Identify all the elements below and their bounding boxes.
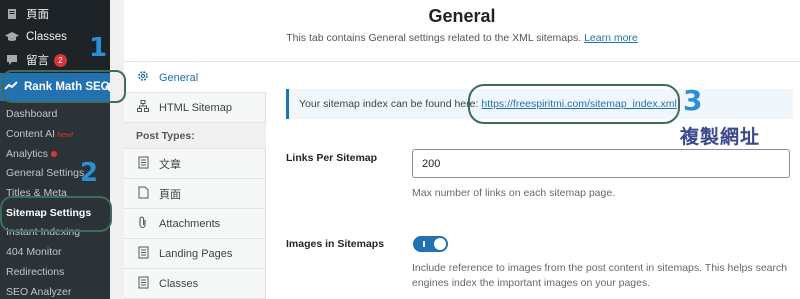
page-description: This tab contains General settings relat… [124,32,800,44]
tab-label: Attachments [159,217,221,230]
tab-label: General [159,71,199,84]
links-per-sitemap-description: Max number of links on each sitemap page… [412,187,616,199]
menu-item-label: 留言 [26,55,49,67]
notification-dot [51,151,58,158]
submenu-label: General Settings [6,167,85,179]
tab-general[interactable]: General [124,63,267,93]
tab-label: 文章 [159,158,181,171]
submenu-label: Redirections [6,266,65,278]
settings-tab-list: General HTML Sitemap Post Types: 文章 頁面 A [124,63,267,299]
menu-item-label: 頁面 [26,9,49,21]
content-gutter [110,0,124,299]
annotation-outline-sitemap-link [468,84,680,124]
comment-icon [4,52,20,68]
toggle-knob [434,238,446,250]
submenu-label: Dashboard [6,108,58,120]
images-in-sitemaps-toggle[interactable] [413,236,448,252]
learn-more-link[interactable]: Learn more [584,32,638,44]
comment-count-badge: 2 [54,53,67,67]
submenu-item-dashboard[interactable]: Dashboard [6,108,57,120]
settings-panel: General This tab contains General settin… [124,0,800,299]
annotation-step-2: 2 [80,158,99,188]
document-icon [136,156,150,172]
description-text: This tab contains General settings relat… [286,32,582,44]
tab-label: HTML Sitemap [159,101,232,114]
images-in-sitemaps-label: Images in Sitemaps [286,238,385,250]
submenu-label: Analytics [6,148,49,160]
annotation-copy-url-note: 複製網址 [680,127,761,148]
submenu-label: Content AI [6,128,56,140]
annotation-step-3: 3 [683,84,703,117]
submenu-item-general-settings[interactable]: General Settings [6,167,84,179]
new-tag: New! [57,132,73,139]
post-types-heading: Post Types: [124,123,266,149]
annotation-outline-sitemap-settings [0,196,112,232]
submenu-item-404-monitor[interactable]: 404 Monitor [6,246,61,258]
notice-text: Your sitemap index can be found here: [299,98,479,110]
menu-item-label: Classes [26,31,67,43]
tab-label: Landing Pages [159,247,233,260]
tab-html-sitemap[interactable]: HTML Sitemap [124,93,266,123]
page-icon [136,186,150,202]
links-per-sitemap-label: Links Per Sitemap [286,152,378,164]
paperclip-icon [136,216,150,232]
submenu-item-analytics[interactable]: Analytics [6,148,58,160]
submenu-label: SEO Analyzer [6,286,72,298]
submenu-item-content-ai[interactable]: Content AI New! [6,128,73,140]
submenu-item-seo-analyzer[interactable]: SEO Analyzer [6,286,71,298]
tab-post-type-attachments[interactable]: Attachments [124,209,266,239]
sitemap-icon [136,100,150,115]
tab-post-type-classes[interactable]: Classes [124,269,266,299]
gear-icon [136,70,150,85]
description-line: engines index the important images on yo… [412,277,651,289]
tab-post-type-posts[interactable]: 文章 [124,149,266,179]
toggle-on-indicator [423,241,425,247]
annotation-outline-rank-math [2,70,126,103]
tab-label: Classes [159,277,199,290]
graduation-cap-icon [4,29,20,45]
document-icon [136,276,150,292]
pages-icon [4,6,20,22]
annotation-step-1: 1 [89,33,108,63]
links-per-sitemap-input[interactable] [412,149,790,178]
submenu-item-redirections[interactable]: Redirections [6,266,64,278]
tab-post-type-landing-pages[interactable]: Landing Pages [124,239,266,269]
tab-label: 頁面 [159,188,181,201]
menu-item-pages[interactable]: 頁面 [0,3,110,25]
document-icon [136,246,150,262]
page-header: General This tab contains General settin… [124,0,800,62]
submenu-label: 404 Monitor [6,246,62,258]
images-in-sitemaps-description: Include reference to images from the pos… [412,261,787,291]
tab-post-type-pages[interactable]: 頁面 [124,179,266,209]
page-title: General [428,6,496,26]
description-line: Include reference to images from the pos… [412,262,788,274]
